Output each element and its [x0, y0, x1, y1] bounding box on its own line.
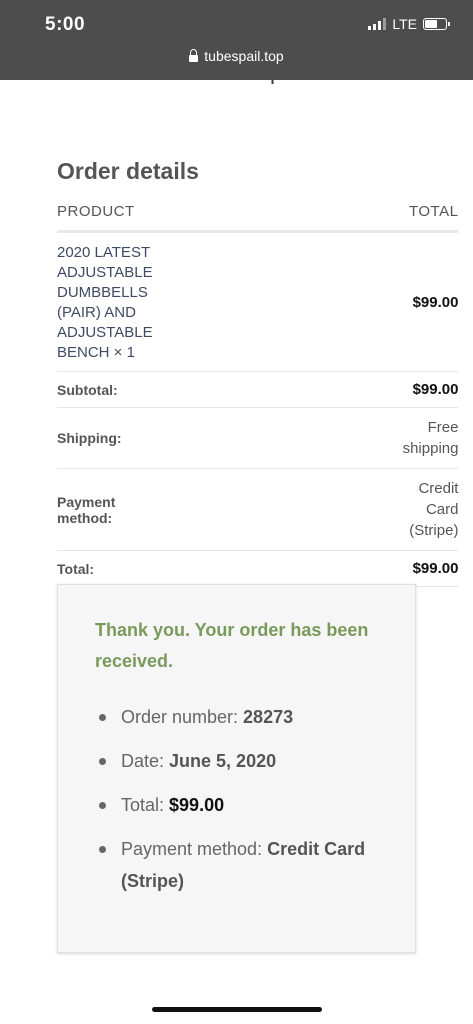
order-details-section: Order details PRODUCT TOTAL 2020 LATEST … — [57, 158, 458, 587]
bullet-icon — [99, 758, 106, 765]
list-item: Total: $99.00 — [95, 789, 379, 821]
order-number: 28273 — [243, 707, 294, 727]
table-row: Payment method: Credit Card (Stripe) — [57, 468, 459, 551]
total-value: $99.00 — [152, 550, 459, 587]
shipping-value: Free shipping — [152, 407, 458, 469]
shipping-label: Shipping: — [57, 407, 153, 469]
table-row: Subtotal: $99.00 — [57, 371, 459, 408]
table-row: Shipping: Free shipping — [57, 407, 458, 469]
date-label: Date: — [121, 751, 170, 771]
status-bar: 5:00 LTE tubespail.top — [0, 0, 473, 80]
network-label: LTE — [392, 16, 417, 32]
overview-payment-label: Payment method: — [121, 839, 268, 859]
signal-icon — [368, 18, 387, 30]
table-row: 2020 LATEST ADJUSTABLE DUMBBELLS (PAIR) … — [57, 231, 459, 372]
order-number-label: Order number: — [121, 707, 244, 727]
thank-you-message: Thank you. Your order has been received. — [95, 620, 369, 671]
total-label: Total: — [57, 550, 153, 587]
order-date: June 5, 2020 — [169, 751, 277, 771]
product-quantity: × 1 — [109, 344, 135, 361]
product-link[interactable]: 2020 LATEST ADJUSTABLE DUMBBELLS (PAIR) … — [57, 244, 153, 361]
subtotal-label: Subtotal: — [57, 371, 153, 408]
product-total: $99.00 — [152, 231, 459, 372]
table-row: Total: $99.00 — [57, 550, 459, 587]
bullet-icon — [99, 802, 106, 809]
url-text: tubespail.top — [204, 48, 284, 64]
bullet-icon — [99, 714, 106, 721]
lock-icon — [189, 48, 199, 62]
status-time: 5:00 — [45, 14, 86, 35]
product-name: 2020 LATEST ADJUSTABLE DUMBBELLS (PAIR) … — [57, 231, 153, 372]
battery-icon — [423, 18, 450, 30]
bullet-icon — [99, 846, 106, 853]
payment-method-value: Credit Card (Stripe) — [152, 468, 459, 551]
home-indicator[interactable] — [152, 1007, 322, 1012]
overview-total-label: Total: — [121, 795, 170, 815]
column-total: TOTAL — [152, 203, 459, 233]
list-item: Payment method: Credit Card (Stripe) — [95, 833, 379, 897]
list-item: Date: June 5, 2020 — [95, 745, 379, 777]
list-item: Order number: 28273 — [95, 701, 379, 733]
status-indicators: LTE — [368, 16, 450, 32]
order-overview-list: Order number: 28273 Date: June 5, 2020 T… — [95, 701, 379, 897]
address-bar[interactable]: tubespail.top — [0, 48, 473, 64]
order-table: PRODUCT TOTAL 2020 LATEST ADJUSTABLE DUM… — [57, 203, 458, 587]
overview-total: $99.00 — [169, 795, 225, 815]
column-product: PRODUCT — [57, 203, 153, 233]
payment-method-label: Payment method: — [57, 468, 153, 551]
order-received-notice: Thank you. Your order has been received.… — [57, 584, 416, 953]
order-details-heading: Order details — [57, 158, 199, 184]
subtotal-value: $99.00 — [152, 371, 459, 408]
